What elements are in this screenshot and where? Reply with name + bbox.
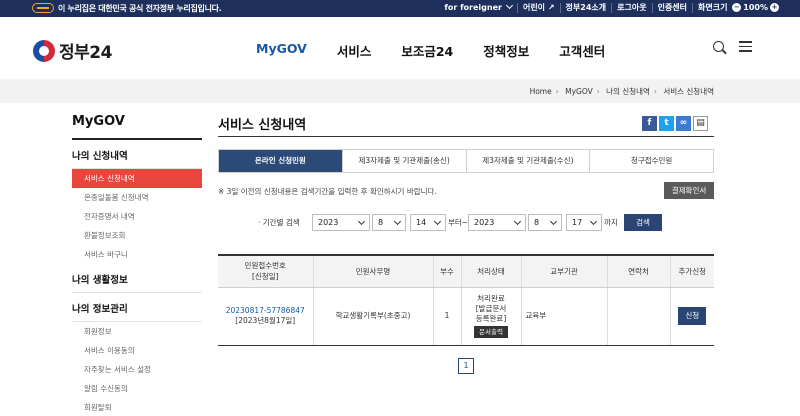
page-1-button[interactable]: 1 bbox=[458, 358, 474, 374]
crumb-applications[interactable]: 나의 신청내역 bbox=[606, 87, 650, 96]
site-logo[interactable]: 정부24 bbox=[33, 38, 112, 63]
logo-text: 정부24 bbox=[59, 43, 112, 63]
gov-notice-bar: 이 누리집은 대한민국 공식 전자정부 누리집입니다. for foreigne… bbox=[0, 0, 800, 17]
nav-subsidy24[interactable]: 보조금24 bbox=[401, 41, 453, 60]
cell-status: 처리완료 [발급문서 등록완료] 문서출력 bbox=[460, 287, 521, 346]
search-icon[interactable] bbox=[713, 41, 724, 52]
tab-third-party-sent[interactable]: 제3자제출 및 기관제출(송신) bbox=[341, 150, 466, 172]
sidebar-item-withdraw[interactable]: 회원탈퇴 bbox=[72, 398, 202, 416]
application-tabs: 온라인 신청민원 제3자제출 및 기관제출(송신) 제3자제출 및 기관제출(수… bbox=[218, 149, 714, 173]
utility-links: for foreigner 어린이 ↗ 정부24소개 로그아웃 인증센터 화면크… bbox=[439, 1, 786, 13]
sidebar-item-refund[interactable]: 환불정보조회 bbox=[72, 226, 202, 245]
to-month-select[interactable]: 8 bbox=[528, 214, 562, 231]
col-agency: 교부기관 bbox=[520, 255, 607, 288]
sidebar-item-basket[interactable]: 서비스 바구니 bbox=[72, 245, 202, 264]
table-row: 20230817-57786847 [2023년8월17일] 학교생활기록부(초… bbox=[218, 287, 714, 346]
from-day-select[interactable]: 14 bbox=[410, 214, 446, 231]
main-nav: MyGOV 서비스 보조금24 정책정보 고객센터 bbox=[256, 41, 635, 60]
sidebar-item-care[interactable]: 온종일돌봄 신청내역 bbox=[72, 188, 202, 207]
col-name: 민원사무명 bbox=[312, 255, 433, 288]
gov-notice-text: 이 누리집은 대한민국 공식 전자정부 누리집입니다. bbox=[58, 4, 222, 13]
crumb-mygov[interactable]: MyGOV bbox=[565, 87, 593, 96]
applications-table: 민원접수번호 [신청일] 민원사무명 부수 처리상태 교부기관 연락처 추가신청 … bbox=[218, 254, 714, 346]
col-extra: 추가신청 bbox=[669, 255, 714, 288]
about-link[interactable]: 정부24소개 bbox=[559, 3, 612, 13]
cell-agency: 교육부 bbox=[520, 287, 607, 346]
table-header-row: 민원접수번호 [신청일] 민원사무명 부수 처리상태 교부기관 연락처 추가신청 bbox=[218, 255, 714, 288]
col-copies: 부수 bbox=[432, 255, 461, 288]
from-year-select[interactable]: 2023 bbox=[312, 214, 370, 231]
logout-link[interactable]: 로그아웃 bbox=[611, 3, 651, 13]
zoom-in-icon[interactable]: + bbox=[770, 3, 779, 12]
crumb-current: 서비스 신청내역 bbox=[663, 87, 714, 96]
nav-mygov[interactable]: MyGOV bbox=[256, 41, 307, 60]
sidebar-item-consent[interactable]: 서비스 이용동의 bbox=[72, 341, 202, 360]
link-copy-icon[interactable]: ∞ bbox=[676, 116, 691, 131]
col-receipt-no: 민원접수번호 [신청일] bbox=[218, 255, 313, 288]
nav-policy[interactable]: 정책정보 bbox=[483, 41, 529, 60]
to-text: 까지 bbox=[604, 218, 618, 227]
cell-name: 학교생활기록부(초중고) bbox=[312, 287, 433, 346]
cell-copies: 1 bbox=[432, 287, 461, 346]
sidebar-section-life-info[interactable]: 나의 생활정보 bbox=[72, 264, 202, 293]
apply-button[interactable]: 신청 bbox=[678, 307, 707, 325]
print-icon[interactable]: ▤ bbox=[693, 116, 708, 131]
print-document-button[interactable]: 문서출력 bbox=[474, 326, 508, 338]
crumb-home[interactable]: Home bbox=[530, 87, 552, 96]
col-contact: 연락처 bbox=[606, 255, 670, 288]
taegeuk-logo-icon bbox=[33, 39, 55, 62]
search-note: ※ 3일 이전의 신청내용은 검색기간을 입력한 후 확인하시기 바랍니다. bbox=[218, 187, 437, 196]
tab-third-party-received[interactable]: 제3자제출 및 기관제출(수신) bbox=[465, 150, 590, 172]
site-header: 정부24 MyGOV 서비스 보조금24 정책정보 고객센터 bbox=[0, 17, 800, 79]
cell-receipt: 20230817-57786847 [2023년8월17일] bbox=[218, 287, 313, 346]
sidebar-item-notification[interactable]: 알림 수신동의 bbox=[72, 379, 202, 398]
tab-online[interactable]: 온라인 신청민원 bbox=[219, 150, 342, 172]
period-label: · 기간별 검색 bbox=[258, 218, 300, 227]
for-foreigner-link[interactable]: for foreigner bbox=[439, 1, 517, 13]
sidebar-section-info-manage[interactable]: 나의 정보관리 bbox=[72, 293, 202, 322]
nav-services[interactable]: 서비스 bbox=[337, 41, 372, 60]
chevron-down-icon bbox=[505, 1, 513, 10]
zoom-control: 화면크기 −100% + bbox=[692, 3, 786, 13]
sidebar-item-service-applications[interactable]: 서비스 신청내역 bbox=[72, 169, 202, 188]
sidebar: MyGOV 나의 신청내역 서비스 신청내역 온종일돌봄 신청내역 전자증명서 … bbox=[72, 114, 202, 416]
sidebar-title: MyGOV bbox=[72, 114, 202, 140]
receipt-link[interactable]: 20230817-57786847 bbox=[226, 306, 305, 315]
cell-extra: 신청 bbox=[669, 287, 714, 346]
to-year-select[interactable]: 2023 bbox=[468, 214, 526, 231]
sidebar-item-favorites[interactable]: 자주찾는 서비스 설정 bbox=[72, 360, 202, 379]
search-button[interactable]: 검색 bbox=[624, 214, 662, 231]
hamburger-menu-icon[interactable] bbox=[739, 41, 752, 52]
col-status: 처리상태 bbox=[460, 255, 521, 288]
main-content: 서비스 신청내역 f t ∞ ▤ 온라인 신청민원 제3자제출 및 기관제출(송… bbox=[218, 114, 714, 374]
sidebar-item-member-info[interactable]: 회원정보 bbox=[72, 322, 202, 341]
sidebar-section-applications[interactable]: 나의 신청내역 bbox=[72, 140, 202, 169]
to-day-select[interactable]: 17 bbox=[566, 214, 602, 231]
zoom-out-icon[interactable]: − bbox=[732, 3, 742, 12]
egov-logo-icon bbox=[32, 3, 54, 13]
receipt-date: [2023년8월17일] bbox=[235, 316, 296, 325]
facebook-icon[interactable]: f bbox=[642, 116, 657, 131]
period-search: · 기간별 검색 2023 8 14 부터~ 2023 8 17 까지 검색 bbox=[258, 214, 708, 231]
twitter-icon[interactable]: t bbox=[659, 116, 674, 131]
kids-link[interactable]: 어린이 ↗ bbox=[516, 3, 560, 13]
sidebar-item-e-cert[interactable]: 전자증명서 내역 bbox=[72, 207, 202, 226]
cell-contact bbox=[606, 287, 670, 346]
breadcrumb: Home › MyGOV › 나의 신청내역 › 서비스 신청내역 bbox=[529, 87, 714, 96]
tab-claim[interactable]: 청구접수민원 bbox=[589, 150, 713, 172]
breadcrumb-bar: Home › MyGOV › 나의 신청내역 › 서비스 신청내역 bbox=[0, 79, 800, 103]
cert-center-link[interactable]: 인증센터 bbox=[651, 3, 692, 13]
from-month-select[interactable]: 8 bbox=[372, 214, 406, 231]
nav-support[interactable]: 고객센터 bbox=[559, 41, 605, 60]
from-text: 부터~ bbox=[448, 218, 469, 227]
share-buttons: f t ∞ ▤ bbox=[640, 116, 708, 131]
title-divider bbox=[218, 136, 714, 137]
payment-confirm-button[interactable]: 결제확인서 bbox=[664, 182, 714, 199]
